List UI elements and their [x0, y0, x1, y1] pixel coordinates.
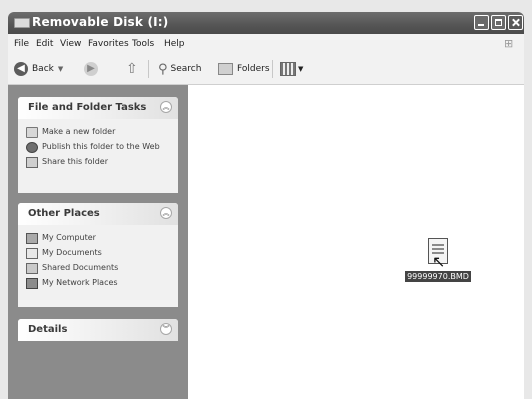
menu-edit[interactable]: Edit: [36, 39, 53, 49]
folders-button[interactable]: Folders: [218, 61, 270, 77]
views-button[interactable]: ▼: [280, 61, 303, 77]
search-icon: ⚲: [158, 61, 168, 77]
views-dropdown-icon: ▼: [298, 65, 304, 73]
task-publish-folder[interactable]: Publish this folder to the Web: [26, 142, 172, 153]
panel-title: Details: [28, 324, 68, 335]
panel-header[interactable]: File and Folder Tasks ︽: [18, 97, 178, 119]
file-name-label: 99999970.BMD: [405, 271, 471, 282]
toolbar-separator: [272, 60, 273, 78]
toolbar-separator: [148, 60, 149, 78]
window-title: Removable Disk (I:): [32, 15, 169, 29]
windows-logo-icon: ⊞: [504, 37, 514, 50]
expand-chevron-icon[interactable]: ︾: [160, 323, 172, 335]
collapse-chevron-icon[interactable]: ︽: [160, 207, 172, 219]
computer-icon: [26, 233, 38, 244]
menu-tools[interactable]: Tools: [132, 39, 154, 49]
task-label: Share this folder: [42, 157, 108, 166]
file-folder-tasks-panel: File and Folder Tasks ︽ Make a new folde…: [18, 97, 178, 193]
toolbar: ◀ Back ▼ ▶ ⇧ ⚲ Search Folders ▼: [8, 54, 524, 85]
menu-file[interactable]: File: [14, 39, 29, 49]
folders-label: Folders: [237, 64, 270, 74]
share-folder-icon: [26, 157, 38, 168]
menu-bar: File Edit View Favorites Tools Help ⊞: [8, 34, 524, 55]
forward-arrow-icon: ▶: [84, 62, 98, 76]
title-bar[interactable]: Removable Disk (I:): [8, 12, 524, 34]
maximize-button[interactable]: [491, 15, 506, 30]
task-label: Publish this folder to the Web: [42, 142, 160, 151]
explorer-window: Removable Disk (I:) File Edit View Favor…: [0, 0, 532, 399]
place-my-network-places[interactable]: My Network Places: [26, 278, 172, 289]
forward-button[interactable]: ▶: [84, 61, 98, 77]
back-button[interactable]: ◀ Back ▼: [14, 61, 63, 77]
new-folder-icon: [26, 127, 38, 138]
back-dropdown-icon[interactable]: ▼: [58, 65, 63, 73]
back-arrow-icon: ◀: [14, 62, 28, 76]
panel-title: Other Places: [28, 208, 100, 219]
place-shared-documents[interactable]: Shared Documents: [26, 263, 172, 274]
search-button[interactable]: ⚲ Search: [158, 61, 201, 77]
place-my-documents[interactable]: My Documents: [26, 248, 172, 259]
network-icon: [26, 278, 38, 289]
other-places-panel: Other Places ︽ My Computer My Documents …: [18, 203, 178, 307]
menu-favorites[interactable]: Favorites: [88, 39, 129, 49]
collapse-chevron-icon[interactable]: ︽: [160, 101, 172, 113]
panel-title: File and Folder Tasks: [28, 102, 147, 113]
place-label: My Network Places: [42, 278, 118, 287]
up-button[interactable]: ⇧: [126, 61, 138, 77]
panel-header[interactable]: Details ︾: [18, 319, 178, 341]
task-pane: File and Folder Tasks ︽ Make a new folde…: [8, 85, 188, 399]
place-label: My Computer: [42, 233, 96, 242]
mouse-cursor-icon: ↖: [432, 252, 446, 271]
search-label: Search: [170, 64, 202, 74]
place-label: My Documents: [42, 248, 102, 257]
minimize-button[interactable]: [474, 15, 489, 30]
folder-up-icon: ⇧: [126, 61, 138, 77]
panel-header[interactable]: Other Places ︽: [18, 203, 178, 225]
folders-icon: [218, 63, 233, 75]
globe-icon: [26, 142, 38, 153]
documents-icon: [26, 248, 38, 259]
drive-icon: [14, 18, 30, 28]
details-panel: Details ︾: [18, 319, 178, 341]
menu-view[interactable]: View: [60, 39, 81, 49]
views-icon: [280, 62, 296, 76]
task-make-new-folder[interactable]: Make a new folder: [26, 127, 172, 138]
close-button[interactable]: [508, 15, 523, 30]
task-label: Make a new folder: [42, 127, 116, 136]
menu-help[interactable]: Help: [164, 39, 185, 49]
task-share-folder[interactable]: Share this folder: [26, 157, 172, 168]
shared-folder-icon: [26, 263, 38, 274]
place-label: Shared Documents: [42, 263, 119, 272]
place-my-computer[interactable]: My Computer: [26, 233, 172, 244]
back-label: Back: [32, 64, 54, 74]
